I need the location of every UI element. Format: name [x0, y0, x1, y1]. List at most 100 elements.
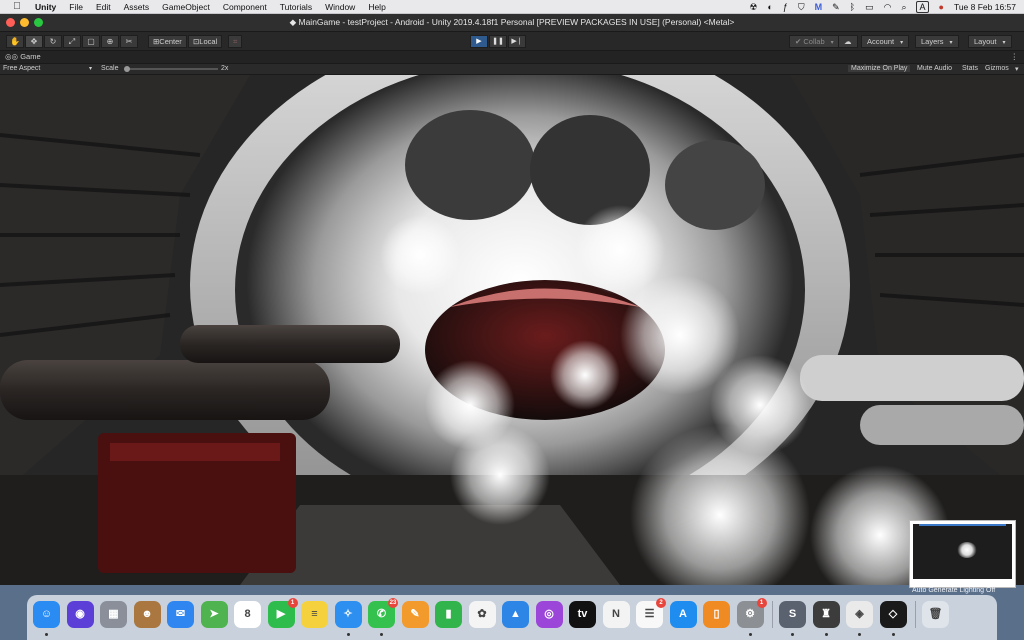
keynote-icon[interactable]: ▲: [502, 601, 529, 628]
calendar-icon[interactable]: 8: [234, 601, 261, 628]
rect-tool-icon[interactable]: ▢: [82, 35, 100, 48]
notes-icon[interactable]: ≡: [301, 601, 328, 628]
transform-tools: ✋ ✥ ↻ ⤢ ▢ ⊕ ✂: [6, 35, 139, 48]
play-button[interactable]: ▶: [470, 35, 488, 48]
transform-tool-icon[interactable]: ⊕: [101, 35, 119, 48]
rotate-tool-icon[interactable]: ↻: [44, 35, 62, 48]
unity-cube-icon[interactable]: ◈: [846, 601, 873, 636]
menu-gameobject[interactable]: GameObject: [162, 2, 210, 12]
dock: ☺ ◉ ▦ ☻ ✉ ➤ 8 ▶ 1 ≡ ✧ ✆ 23 ✎ ▮ ✿ ▲ ◎ tv N ☰ 2 A ▯ ⚙ 1 S ♜ ◈ ◇ 🗑: [27, 595, 997, 640]
unity-doc-icon: ◆: [289, 17, 299, 27]
layers-dropdown[interactable]: Layers ▾: [915, 35, 959, 48]
space-local-button[interactable]: ⊡Local: [188, 35, 223, 48]
mute-audio-toggle[interactable]: Mute Audio: [917, 65, 952, 72]
mail-icon[interactable]: ✉: [167, 601, 194, 628]
messages-icon[interactable]: ✆ 23: [368, 598, 398, 636]
layers-label: Layers: [921, 37, 944, 46]
contacts-icon[interactable]: ☻: [133, 601, 161, 628]
unity-editor-icon[interactable]: ◇: [879, 601, 907, 636]
move-tool-icon[interactable]: ✥: [25, 35, 43, 48]
spotlight-search-icon[interactable]: ⌕: [901, 2, 906, 13]
scale-tool-icon[interactable]: ⤢: [63, 35, 81, 48]
thumbnail-preview: [913, 524, 1012, 579]
maps-icon[interactable]: ➤: [200, 601, 228, 628]
photos-icon[interactable]: ✿: [468, 601, 496, 628]
chevron-down-icon[interactable]: ▾: [1015, 65, 1019, 73]
facetime-icon[interactable]: ▶ 1: [267, 598, 298, 628]
menu-app-name[interactable]: Unity: [35, 2, 56, 12]
android-icon[interactable]: ◐: [767, 2, 772, 12]
news-icon[interactable]: N: [602, 601, 630, 628]
scale-slider-knob[interactable]: [124, 66, 130, 72]
menu-help[interactable]: Help: [368, 2, 385, 12]
account-dropdown[interactable]: Account ▾: [861, 35, 910, 48]
tab-menu-icon[interactable]: ⋮: [1011, 52, 1019, 61]
pivot-center-button[interactable]: ⊞Center: [148, 35, 187, 48]
launchpad-icon[interactable]: ▦: [100, 601, 127, 628]
unity-window: ◆ MainGame - testProject - Android - Uni…: [0, 14, 1024, 585]
stats-toggle[interactable]: Stats: [962, 65, 978, 72]
pen-icon[interactable]: ✎: [832, 2, 840, 13]
wifi-icon[interactable]: ◠: [884, 2, 892, 13]
books-icon[interactable]: ▯: [703, 601, 730, 628]
safari-icon[interactable]: ✧: [334, 601, 362, 636]
battery-icon[interactable]: ▭: [865, 2, 874, 13]
sublime-icon[interactable]: S: [779, 601, 806, 636]
unity-hub-icon[interactable]: ♜: [812, 601, 840, 636]
numbers-icon[interactable]: ▮: [435, 601, 462, 628]
system-preferences-icon[interactable]: ⚙ 1: [736, 598, 767, 636]
menu-clock[interactable]: Tue 8 Feb 16:57: [954, 2, 1016, 12]
menu-assets[interactable]: Assets: [124, 2, 150, 12]
pivot-center-label: Center: [159, 37, 182, 46]
cloud-button[interactable]: ☁: [838, 35, 858, 48]
trash-icon[interactable]: 🗑: [922, 601, 949, 628]
aspect-dropdown[interactable]: Free Aspect: [3, 65, 40, 72]
pause-button[interactable]: ❚❚: [489, 35, 507, 48]
shield-icon[interactable]: ⛉: [798, 2, 805, 13]
chevron-down-icon: ▾: [89, 66, 93, 72]
menu-component[interactable]: Component: [223, 2, 267, 12]
cloud-icon: ☁: [844, 37, 852, 46]
hand-tool-icon[interactable]: ✋: [6, 35, 24, 48]
siri-icon[interactable]: ◉: [66, 601, 94, 628]
chevron-down-icon: ▾: [949, 40, 953, 46]
grid-snap-icon[interactable]: ⌗: [228, 35, 243, 48]
step-button[interactable]: ▶❘: [508, 35, 526, 48]
chevron-down-icon: ▾: [900, 40, 904, 46]
notification-badge: 2: [656, 598, 666, 608]
layout-dropdown[interactable]: Layout ▾: [968, 35, 1012, 48]
game-viewport[interactable]: [0, 75, 1024, 585]
reminders-icon[interactable]: ☰ 2: [636, 598, 666, 628]
script-icon[interactable]: ƒ: [783, 2, 788, 12]
pages-icon[interactable]: ✎: [401, 601, 429, 628]
input-source-badge[interactable]: A: [916, 1, 929, 13]
scale-slider-track[interactable]: [126, 68, 218, 70]
apple-menu-icon[interactable]: : [11, 1, 23, 12]
collab-button[interactable]: ✔ Collab ▾: [789, 35, 840, 48]
malwarebytes-icon[interactable]: M: [815, 2, 823, 12]
tab-game[interactable]: ◎◎ Game: [5, 52, 41, 61]
tv-icon[interactable]: tv: [569, 601, 596, 628]
game-render: [0, 75, 1024, 585]
user-avatar-icon[interactable]: ●: [939, 2, 944, 12]
menu-file[interactable]: File: [69, 2, 83, 12]
unity-toolbar: ✋ ✥ ↻ ⤢ ▢ ⊕ ✂ ⊞Center ⊡Local ⌗ ▶ ❚❚ ▶❘ ✔…: [0, 32, 1024, 51]
app-store-icon[interactable]: A: [669, 601, 697, 628]
screenshot-thumbnail[interactable]: [909, 520, 1016, 588]
menu-edit[interactable]: Edit: [96, 2, 111, 12]
finder-icon[interactable]: ☺: [33, 601, 60, 636]
running-indicator: [45, 633, 48, 636]
dock-separator: [915, 601, 916, 628]
menu-window[interactable]: Window: [325, 2, 355, 12]
chevron-down-icon: ▾: [830, 40, 834, 46]
bluetooth-icon[interactable]: ᛒ: [850, 2, 855, 12]
menu-tutorials[interactable]: Tutorials: [280, 2, 312, 12]
running-indicator: [891, 633, 895, 636]
custom-tool-icon[interactable]: ✂: [120, 35, 138, 48]
game-tab-bar: ◎◎ Game ⋮: [0, 51, 1024, 64]
maximize-on-play-toggle[interactable]: Maximize On Play: [848, 65, 911, 72]
notification-badge: 1: [287, 598, 298, 608]
gizmos-toggle[interactable]: Gizmos: [985, 65, 1009, 72]
podcasts-icon[interactable]: ◎: [535, 601, 563, 628]
radiation-icon[interactable]: ☢: [749, 2, 757, 13]
